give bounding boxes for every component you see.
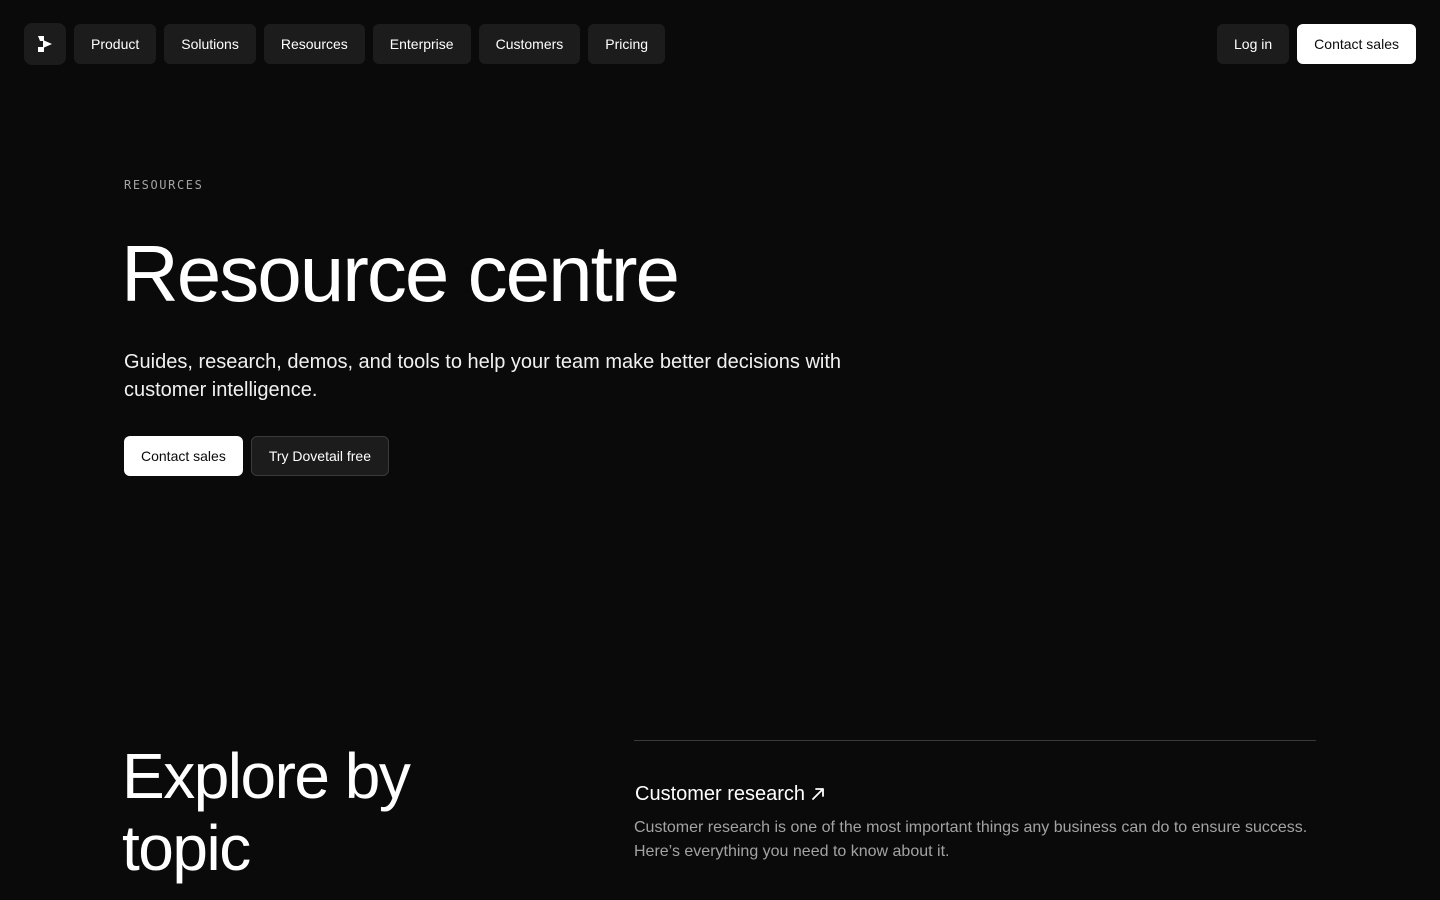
hero-subtitle: Guides, research, demos, and tools to he… [124, 351, 842, 401]
page-title: Resource centre [121, 229, 680, 318]
nav-item-customers[interactable]: Customers [478, 24, 581, 64]
arrow-up-right-icon [812, 788, 824, 800]
topic-divider [634, 740, 1316, 741]
hero-actions: Contact sales Try Dovetail free [124, 436, 390, 476]
nav-item-resources[interactable]: Resources [263, 24, 365, 64]
dovetail-logo-icon[interactable] [24, 23, 66, 65]
logo-mark [38, 36, 52, 52]
login-button[interactable]: Log in [1217, 24, 1290, 64]
nav-item-product[interactable]: Product [74, 24, 157, 64]
nav-contact-sales-button[interactable]: Contact sales [1297, 24, 1416, 64]
page: Product Solutions Resources Enterprise C… [0, 0, 1440, 900]
hero-contact-sales-button[interactable]: Contact sales [124, 436, 243, 476]
nav-item-solutions[interactable]: Solutions [164, 24, 256, 64]
topic-description: Customer research is one of the most imp… [634, 819, 1308, 860]
nav-item-enterprise[interactable]: Enterprise [372, 24, 471, 64]
top-nav: Product Solutions Resources Enterprise C… [24, 23, 1416, 65]
topic-title: Customer research [635, 783, 806, 805]
explore-heading: Explore by topic [122, 740, 411, 884]
nav-menu: Product Solutions Resources Enterprise C… [74, 24, 666, 64]
try-free-button[interactable]: Try Dovetail free [250, 436, 390, 476]
nav-actions: Log in Contact sales [1217, 24, 1416, 64]
topic-link-customer-research[interactable]: Customer research [635, 781, 827, 807]
hero-eyebrow: RESOURCES [124, 178, 204, 192]
nav-item-pricing[interactable]: Pricing [588, 24, 666, 64]
